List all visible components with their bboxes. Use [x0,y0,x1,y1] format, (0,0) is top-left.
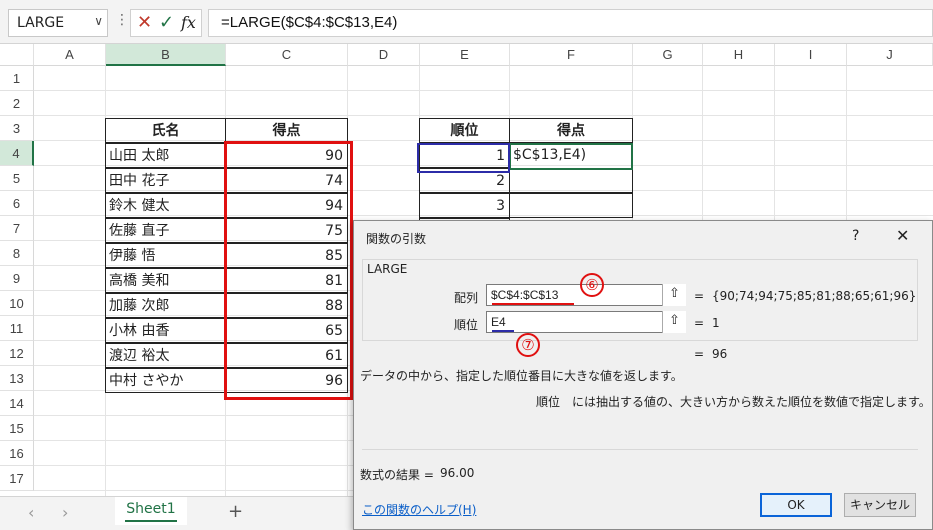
formula-result-value: 96.00 [440,466,475,480]
arg-label-rank: 順位 [453,318,478,332]
rank-input[interactable]: E4 [486,311,686,333]
row-header-11[interactable]: 11 [0,316,34,341]
column-header-b[interactable]: B [106,44,226,66]
rank-header[interactable]: 順位 [419,118,510,143]
column-header-g[interactable]: G [633,44,703,66]
row-header-8[interactable]: 8 [0,241,34,266]
cancel-button[interactable]: キャンセル [844,493,916,517]
name-cell[interactable]: 田中 花子 [105,168,226,193]
rank-reference-highlight [417,143,510,173]
rank-eq: = [694,316,705,330]
formula-text: =LARGE($C$4:$C$13,E4) [221,14,398,31]
tab-sheet1-label: Sheet1 [126,501,176,517]
dialog-title: 関数の引数 [366,232,427,246]
column-header-e[interactable]: E [420,44,510,66]
column-header-c[interactable]: C [226,44,348,66]
name-cell[interactable]: 小林 由香 [105,318,226,343]
function-description: データの中から、指定した順位番目に大きな値を返します。 [360,369,683,383]
name-cell[interactable]: 高橋 美和 [105,268,226,293]
annotation-7: ⑦ [516,333,540,357]
function-help-link[interactable]: この関数のヘルプ(H) [362,501,476,518]
column-header-d[interactable]: D [348,44,420,66]
rank-input-value: E4 [491,315,506,329]
name-box-value: LARGE [17,15,65,31]
collapse-rank-icon[interactable]: ⇧ [662,311,686,333]
active-cell-border [509,143,633,170]
formula-buttons: ✕ ✓ fx [130,9,202,37]
row-header-15[interactable]: 15 [0,416,34,441]
function-result-eq: = [694,347,705,361]
row-header-1[interactable]: 1 [0,66,34,91]
column-header-h[interactable]: H [703,44,775,66]
help-icon[interactable]: ? [852,228,859,244]
rank-result: 1 [712,316,720,330]
add-sheet-button[interactable]: + [228,501,243,522]
array-eq: = [694,289,705,303]
rank-score-cell[interactable] [509,193,633,218]
row-header-13[interactable]: 13 [0,366,34,391]
row-header-14[interactable]: 14 [0,391,34,416]
row-header-12[interactable]: 12 [0,341,34,366]
name-cell[interactable]: 加藤 次郎 [105,293,226,318]
row-header-16[interactable]: 16 [0,441,34,466]
function-result: 96 [712,347,728,361]
row-header-17[interactable]: 17 [0,466,34,491]
score-range-highlight [224,141,353,400]
column-header-i[interactable]: I [775,44,847,66]
name-box[interactable]: LARGE ∨ [8,9,108,37]
enter-icon[interactable]: ✓ [159,12,174,33]
function-name: LARGE [367,262,408,276]
cancel-icon[interactable]: ✕ [137,12,152,33]
name-cell[interactable]: 佐藤 直子 [105,218,226,243]
name-cell[interactable]: 渡辺 裕太 [105,343,226,368]
row-header-9[interactable]: 9 [0,266,34,291]
more-icon: ⋮ [115,12,129,28]
select-all-corner[interactable] [0,44,34,66]
collapse-array-icon[interactable]: ⇧ [662,284,686,306]
name-cell[interactable]: 鈴木 健太 [105,193,226,218]
column-header-a[interactable]: A [34,44,106,66]
divider [362,449,918,450]
row-header-10[interactable]: 10 [0,291,34,316]
annotation-6: ⑥ [580,273,604,297]
table-header-score[interactable]: 得点 [225,118,348,143]
column-header-j[interactable]: J [847,44,933,66]
row-header-3[interactable]: 3 [0,116,34,141]
formula-input[interactable]: =LARGE($C$4:$C$13,E4) [208,9,933,37]
row-header-5[interactable]: 5 [0,166,34,191]
rank-score-cell[interactable] [509,168,633,193]
rank-underline [492,330,514,332]
tab-scroll-left-icon[interactable]: ‹ [28,503,34,522]
name-cell[interactable]: 山田 太郎 [105,143,226,168]
table-header-name[interactable]: 氏名 [105,118,226,143]
name-cell[interactable]: 伊藤 悟 [105,243,226,268]
arg-help-label: 順位 [536,395,561,409]
row-header-6[interactable]: 6 [0,191,34,216]
close-icon[interactable]: ✕ [896,226,909,245]
chevron-down-icon[interactable]: ∨ [94,14,103,28]
array-underline [492,303,574,305]
arg-label-array: 配列 [453,291,478,305]
array-input-value: $C$4:$C$13 [491,288,559,302]
tab-scroll-right-icon[interactable]: › [62,503,68,522]
tab-sheet1[interactable]: Sheet1 [115,497,187,525]
column-header-f[interactable]: F [510,44,633,66]
formula-result-label: 数式の結果 = [360,468,434,482]
array-result: {90;74;94;75;85;81;88;65;61;96} [712,289,917,303]
rank-cell[interactable]: 3 [419,193,510,218]
formula-bar: LARGE ∨ ⋮ ✕ ✓ fx =LARGE($C$4:$C$13,E4) [0,0,933,44]
row-header-7[interactable]: 7 [0,216,34,241]
ok-button[interactable]: OK [760,493,832,517]
row-header-2[interactable]: 2 [0,91,34,116]
row-header-4[interactable]: 4 [0,141,34,166]
name-cell[interactable]: 中村 さやか [105,368,226,393]
rank-score-header[interactable]: 得点 [509,118,633,143]
function-arguments-dialog: 関数の引数 ? ✕ LARGE 配列 $C$4:$C$13 ⇧ = {90;74… [353,220,933,530]
insert-function-icon[interactable]: fx [181,13,196,32]
arg-help-text: には抽出する値の、大きい方から数えた順位を数値で指定します。 [572,395,931,409]
